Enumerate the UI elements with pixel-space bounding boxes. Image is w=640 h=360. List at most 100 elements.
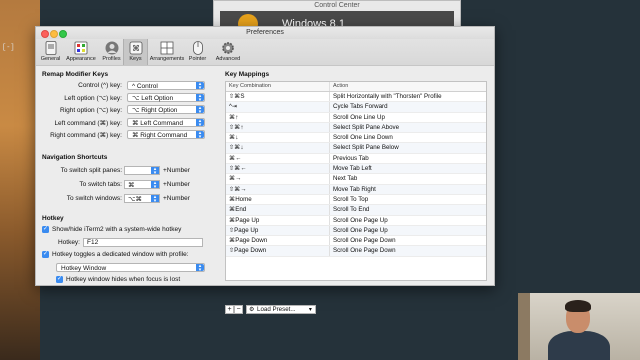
key-mapping-row[interactable]: ⇧Page Down Scroll One Page Down bbox=[226, 246, 486, 257]
key-mapping-row[interactable]: ⌘→ Next Tab bbox=[226, 174, 486, 185]
chevron-updown-icon: ▴ ▾ bbox=[151, 195, 159, 204]
action-cell: Scroll One Page Down bbox=[333, 237, 396, 245]
svg-text:⌘: ⌘ bbox=[132, 44, 140, 53]
chevron-updown-icon: ▴ ▾ bbox=[196, 82, 204, 91]
tab-appearance-label: Appearance bbox=[66, 56, 96, 62]
key-combination-cell: ⌘↓ bbox=[226, 133, 330, 143]
key-mapping-row[interactable]: ⇧⌘← Move Tab Left bbox=[226, 164, 486, 175]
control-key-popup[interactable]: ^ Control ▴ ▾ bbox=[127, 81, 205, 91]
presenter-body bbox=[548, 331, 610, 360]
action-cell: Scroll One Line Down bbox=[333, 134, 393, 142]
hotkey-profile-popup[interactable]: Hotkey Window ▴ ▾ bbox=[56, 263, 205, 273]
tab-profiles-label: Profiles bbox=[102, 56, 121, 62]
add-mapping-button[interactable]: + bbox=[225, 305, 234, 314]
key-mapping-row[interactable]: ⌘↑ Scroll One Line Up bbox=[226, 112, 486, 123]
switch-panes-popup[interactable]: ▴ ▾ bbox=[124, 166, 160, 176]
action-cell: Scroll One Line Up bbox=[333, 113, 385, 121]
profiles-icon bbox=[105, 40, 119, 55]
action-cell: Scroll One Page Down bbox=[333, 247, 396, 255]
pointer-icon bbox=[192, 40, 203, 55]
key-mappings-title: Key Mappings bbox=[225, 71, 270, 78]
terminal-prompt: [-] bbox=[2, 44, 15, 52]
right-command-label: Right command (⌘) key: bbox=[50, 132, 122, 139]
tab-profiles[interactable]: Profiles bbox=[100, 39, 123, 65]
webcam-overlay bbox=[518, 293, 640, 360]
hotkey-field[interactable]: F12 bbox=[83, 238, 203, 247]
key-combination-cell: ⇧⌘S bbox=[226, 92, 330, 102]
key-combination-cell: ⌘Page Down bbox=[226, 236, 330, 246]
key-mapping-row[interactable]: ⌘↓ Scroll One Line Down bbox=[226, 133, 486, 144]
key-mapping-row[interactable]: ⌘Page Up Scroll One Page Up bbox=[226, 215, 486, 226]
left-option-value: ⌥ Left Option bbox=[132, 95, 174, 102]
tab-pointer[interactable]: Pointer bbox=[186, 39, 209, 65]
action-cell: Cycle Tabs Forward bbox=[333, 103, 388, 111]
right-option-value: ⌥ Right Option bbox=[132, 107, 178, 114]
key-combination-cell: ⌘↑ bbox=[226, 112, 330, 122]
action-cell: Scroll To Top bbox=[333, 195, 369, 203]
tab-keys[interactable]: ⌘ Keys bbox=[123, 39, 148, 65]
key-mapping-row[interactable]: ⌘End Scroll To End bbox=[226, 205, 486, 216]
key-mapping-row[interactable]: ⌘Home Scroll To Top bbox=[226, 194, 486, 206]
remove-mapping-button[interactable]: − bbox=[234, 305, 243, 314]
key-combination-cell: ⌘→ bbox=[226, 174, 330, 184]
key-mapping-row[interactable]: ⇧⌘→ Move Tab Right bbox=[226, 184, 486, 195]
tab-advanced[interactable]: Advanced bbox=[209, 39, 247, 65]
chevron-down-icon: ▾ bbox=[308, 306, 312, 313]
action-cell: Split Horizontally with "Thorsten" Profi… bbox=[333, 93, 442, 100]
key-combination-cell: ⇧Page Up bbox=[226, 225, 330, 236]
key-combination-cell: ^⇥ bbox=[226, 102, 330, 112]
key-mapping-row[interactable]: ⌘Page Down Scroll One Page Down bbox=[226, 236, 486, 247]
column-action[interactable]: Action bbox=[330, 82, 486, 91]
toggles-window-checkbox[interactable]: ✓ bbox=[42, 251, 49, 258]
left-option-popup[interactable]: ⌥ Left Option ▴ ▾ bbox=[127, 93, 205, 103]
hotkey-section-title: Hotkey bbox=[42, 215, 64, 222]
left-command-label: Left command (⌘) key: bbox=[54, 120, 122, 127]
key-mapping-row[interactable]: ⌘← Previous Tab bbox=[226, 153, 486, 165]
key-mappings-table[interactable]: Key Combination Action ⇧⌘S Split Horizont… bbox=[225, 81, 487, 281]
chevron-updown-icon: ▴ ▾ bbox=[151, 167, 159, 176]
tab-general-label: General bbox=[40, 56, 61, 62]
chevron-updown-icon: ▴ ▾ bbox=[151, 181, 159, 190]
key-mappings-body: ⇧⌘S Split Horizontally with "Thorsten" Pr… bbox=[226, 92, 486, 257]
title-bar[interactable]: Preferences bbox=[36, 27, 494, 39]
action-cell: Next Tab bbox=[333, 175, 358, 183]
key-mapping-row[interactable]: ^⇥ Cycle Tabs Forward bbox=[226, 102, 486, 113]
action-cell: Scroll One Page Up bbox=[333, 226, 388, 234]
switch-tabs-popup[interactable]: ⌘ ▴ ▾ bbox=[124, 180, 160, 190]
hides-focus-checkbox[interactable]: ✓ bbox=[56, 276, 63, 283]
control-center-title: Control Center bbox=[314, 2, 360, 9]
right-command-popup[interactable]: ⌘ Right Command ▴ ▾ bbox=[127, 130, 205, 140]
action-cell: Scroll One Page Up bbox=[333, 216, 388, 224]
tab-advanced-label: Advanced bbox=[215, 56, 241, 62]
control-key-label: Control (^) key: bbox=[78, 82, 122, 89]
show-hide-checkbox[interactable]: ✓ bbox=[42, 226, 49, 233]
key-mapping-row[interactable]: ⇧Page Up Scroll One Page Up bbox=[226, 225, 486, 237]
key-combination-cell: ⌘Page Up bbox=[226, 215, 330, 225]
tab-appearance[interactable]: Appearance bbox=[62, 39, 100, 65]
key-mapping-row[interactable]: ⇧⌘↑ Select Split Pane Above bbox=[226, 122, 486, 134]
preferences-window: Preferences General Appearance Profiles … bbox=[35, 26, 495, 314]
key-mapping-row[interactable]: ⇧⌘S Split Horizontally with "Thorsten" Pr… bbox=[226, 92, 486, 103]
key-mapping-row[interactable]: ⇧⌘↓ Select Split Pane Below bbox=[226, 143, 486, 154]
tab-general[interactable]: General bbox=[39, 39, 62, 65]
toggles-window-label: Hotkey toggles a dedicated window with p… bbox=[52, 251, 189, 258]
left-command-popup[interactable]: ⌘ Left Command ▴ ▾ bbox=[127, 118, 205, 128]
general-icon bbox=[45, 40, 57, 55]
navigation-section-title: Navigation Shortcuts bbox=[42, 154, 108, 161]
switch-windows-popup[interactable]: ⌥⌘ ▴ ▾ bbox=[124, 194, 160, 204]
action-cell: Previous Tab bbox=[333, 154, 369, 162]
column-key-combination[interactable]: Key Combination bbox=[226, 82, 330, 91]
chevron-updown-icon: ▴ ▾ bbox=[196, 119, 204, 128]
key-mappings-header: Key Combination Action bbox=[226, 82, 486, 92]
tab-arrangements[interactable]: Arrangements bbox=[148, 39, 186, 65]
switch-panes-suffix: +Number bbox=[163, 167, 190, 174]
remap-section-title: Remap Modifier Keys bbox=[42, 71, 109, 78]
desktop-wallpaper bbox=[0, 0, 40, 360]
hotkey-profile-value: Hotkey Window bbox=[61, 265, 107, 272]
load-preset-button[interactable]: ⚙ Load Preset... ▾ bbox=[246, 305, 316, 314]
switch-tabs-suffix: +Number bbox=[163, 181, 190, 188]
action-cell: Move Tab Left bbox=[333, 165, 372, 173]
webcam-background-frame bbox=[518, 293, 530, 360]
right-option-popup[interactable]: ⌥ Right Option ▴ ▾ bbox=[127, 105, 205, 115]
preferences-toolbar: General Appearance Profiles ⌘ Keys Arran… bbox=[36, 39, 494, 66]
